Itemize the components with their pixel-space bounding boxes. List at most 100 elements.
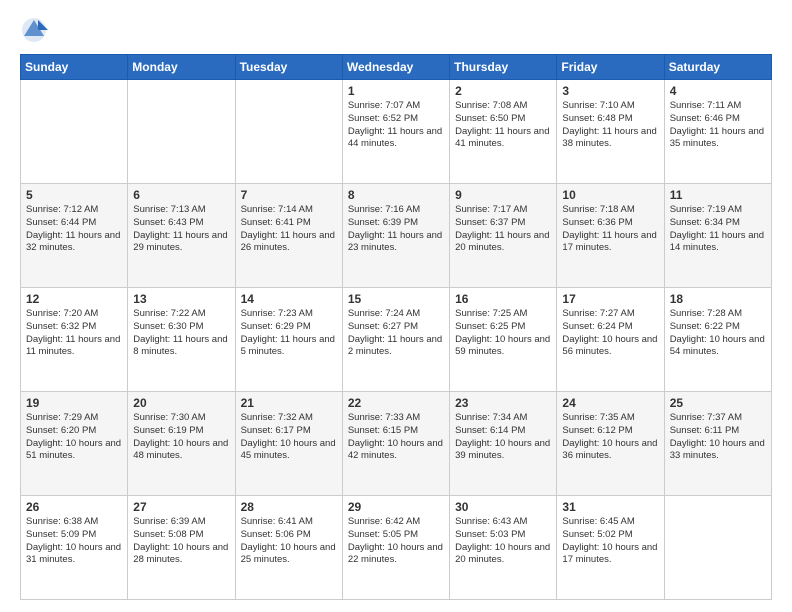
calendar-week-5: 26 Sunrise: 6:38 AM Sunset: 5:09 PM Dayli… <box>21 496 772 600</box>
cell-content: Sunrise: 7:18 AM Sunset: 6:36 PM Dayligh… <box>562 204 658 255</box>
cell-content: Sunrise: 7:27 AM Sunset: 6:24 PM Dayligh… <box>562 308 658 359</box>
cell-content: Sunrise: 7:30 AM Sunset: 6:19 PM Dayligh… <box>133 412 229 463</box>
cell-content: Sunrise: 6:42 AM Sunset: 5:05 PM Dayligh… <box>348 516 444 567</box>
day-number: 13 <box>133 292 229 306</box>
cell-content: Sunrise: 7:35 AM Sunset: 6:12 PM Dayligh… <box>562 412 658 463</box>
cell-content: Sunrise: 7:22 AM Sunset: 6:30 PM Dayligh… <box>133 308 229 359</box>
day-number: 10 <box>562 188 658 202</box>
calendar-cell: 10 Sunrise: 7:18 AM Sunset: 6:36 PM Dayli… <box>557 184 664 288</box>
calendar-cell: 17 Sunrise: 7:27 AM Sunset: 6:24 PM Dayli… <box>557 288 664 392</box>
calendar-week-1: 1 Sunrise: 7:07 AM Sunset: 6:52 PM Daylig… <box>21 80 772 184</box>
col-header-wednesday: Wednesday <box>342 55 449 80</box>
calendar-cell: 19 Sunrise: 7:29 AM Sunset: 6:20 PM Dayli… <box>21 392 128 496</box>
calendar-cell: 15Sunrise: 7:24 AM Sunset: 6:27 PM Dayli… <box>342 288 449 392</box>
day-number: 21 <box>241 396 337 410</box>
cell-content: Sunrise: 7:10 AM Sunset: 6:48 PM Dayligh… <box>562 100 658 151</box>
cell-content: Sunrise: 7:19 AM Sunset: 6:34 PM Dayligh… <box>670 204 766 255</box>
calendar-cell: 13 Sunrise: 7:22 AM Sunset: 6:30 PM Dayli… <box>128 288 235 392</box>
calendar-cell: 16 Sunrise: 7:25 AM Sunset: 6:25 PM Dayli… <box>450 288 557 392</box>
calendar-week-4: 19 Sunrise: 7:29 AM Sunset: 6:20 PM Dayli… <box>21 392 772 496</box>
calendar-cell: 24 Sunrise: 7:35 AM Sunset: 6:12 PM Dayli… <box>557 392 664 496</box>
calendar-cell: 4 Sunrise: 7:11 AM Sunset: 6:46 PM Daylig… <box>664 80 771 184</box>
col-header-friday: Friday <box>557 55 664 80</box>
calendar-cell <box>128 80 235 184</box>
day-number: 25 <box>670 396 766 410</box>
calendar-cell: 5 Sunrise: 7:12 AM Sunset: 6:44 PM Daylig… <box>21 184 128 288</box>
calendar-cell: 3 Sunrise: 7:10 AM Sunset: 6:48 PM Daylig… <box>557 80 664 184</box>
calendar-cell: 20 Sunrise: 7:30 AM Sunset: 6:19 PM Dayli… <box>128 392 235 496</box>
calendar-cell: 12 Sunrise: 7:20 AM Sunset: 6:32 PM Dayli… <box>21 288 128 392</box>
logo <box>20 16 52 44</box>
day-number: 7 <box>241 188 337 202</box>
calendar-header-row: SundayMondayTuesdayWednesdayThursdayFrid… <box>21 55 772 80</box>
day-number: 6 <box>133 188 229 202</box>
day-number: 28 <box>241 500 337 514</box>
calendar-cell: 31 Sunrise: 6:45 AM Sunset: 5:02 PM Dayli… <box>557 496 664 600</box>
cell-content: Sunrise: 6:39 AM Sunset: 5:08 PM Dayligh… <box>133 516 229 567</box>
day-number: 9 <box>455 188 551 202</box>
day-number: 26 <box>26 500 122 514</box>
cell-content: Sunrise: 7:28 AM Sunset: 6:22 PM Dayligh… <box>670 308 766 359</box>
day-number: 8 <box>348 188 444 202</box>
day-number: 14 <box>241 292 337 306</box>
day-number: 16 <box>455 292 551 306</box>
page: SundayMondayTuesdayWednesdayThursdayFrid… <box>0 0 792 612</box>
cell-content: Sunrise: 7:12 AM Sunset: 6:44 PM Dayligh… <box>26 204 122 255</box>
day-number: 23 <box>455 396 551 410</box>
calendar-week-2: 5 Sunrise: 7:12 AM Sunset: 6:44 PM Daylig… <box>21 184 772 288</box>
calendar-cell: 11 Sunrise: 7:19 AM Sunset: 6:34 PM Dayli… <box>664 184 771 288</box>
cell-content: Sunrise: 6:38 AM Sunset: 5:09 PM Dayligh… <box>26 516 122 567</box>
cell-content: Sunrise: 6:45 AM Sunset: 5:02 PM Dayligh… <box>562 516 658 567</box>
calendar-cell: 7 Sunrise: 7:14 AM Sunset: 6:41 PM Daylig… <box>235 184 342 288</box>
col-header-sunday: Sunday <box>21 55 128 80</box>
col-header-monday: Monday <box>128 55 235 80</box>
calendar-cell: 30Sunrise: 6:43 AM Sunset: 5:03 PM Dayli… <box>450 496 557 600</box>
cell-content: Sunrise: 7:20 AM Sunset: 6:32 PM Dayligh… <box>26 308 122 359</box>
calendar-cell <box>664 496 771 600</box>
calendar-cell: 6 Sunrise: 7:13 AM Sunset: 6:43 PM Daylig… <box>128 184 235 288</box>
logo-icon <box>20 16 48 44</box>
calendar-cell <box>235 80 342 184</box>
calendar-cell: 23Sunrise: 7:34 AM Sunset: 6:14 PM Dayli… <box>450 392 557 496</box>
day-number: 5 <box>26 188 122 202</box>
calendar-cell: 9 Sunrise: 7:17 AM Sunset: 6:37 PM Daylig… <box>450 184 557 288</box>
calendar-cell: 22Sunrise: 7:33 AM Sunset: 6:15 PM Dayli… <box>342 392 449 496</box>
day-number: 1 <box>348 84 444 98</box>
cell-content: Sunrise: 6:41 AM Sunset: 5:06 PM Dayligh… <box>241 516 337 567</box>
cell-content: Sunrise: 7:33 AM Sunset: 6:15 PM Dayligh… <box>348 412 444 463</box>
day-number: 19 <box>26 396 122 410</box>
calendar-cell: 18Sunrise: 7:28 AM Sunset: 6:22 PM Dayli… <box>664 288 771 392</box>
calendar-cell: 14 Sunrise: 7:23 AM Sunset: 6:29 PM Dayli… <box>235 288 342 392</box>
day-number: 15 <box>348 292 444 306</box>
cell-content: Sunrise: 7:13 AM Sunset: 6:43 PM Dayligh… <box>133 204 229 255</box>
day-number: 12 <box>26 292 122 306</box>
cell-content: Sunrise: 7:37 AM Sunset: 6:11 PM Dayligh… <box>670 412 766 463</box>
day-number: 17 <box>562 292 658 306</box>
col-header-saturday: Saturday <box>664 55 771 80</box>
cell-content: Sunrise: 7:08 AM Sunset: 6:50 PM Dayligh… <box>455 100 551 151</box>
cell-content: Sunrise: 7:25 AM Sunset: 6:25 PM Dayligh… <box>455 308 551 359</box>
calendar-week-3: 12 Sunrise: 7:20 AM Sunset: 6:32 PM Dayli… <box>21 288 772 392</box>
cell-content: Sunrise: 7:17 AM Sunset: 6:37 PM Dayligh… <box>455 204 551 255</box>
day-number: 3 <box>562 84 658 98</box>
calendar-cell <box>21 80 128 184</box>
header <box>20 16 772 44</box>
cell-content: Sunrise: 7:11 AM Sunset: 6:46 PM Dayligh… <box>670 100 766 151</box>
calendar-cell: 29Sunrise: 6:42 AM Sunset: 5:05 PM Dayli… <box>342 496 449 600</box>
calendar-cell: 28 Sunrise: 6:41 AM Sunset: 5:06 PM Dayli… <box>235 496 342 600</box>
day-number: 31 <box>562 500 658 514</box>
day-number: 2 <box>455 84 551 98</box>
day-number: 20 <box>133 396 229 410</box>
cell-content: Sunrise: 7:14 AM Sunset: 6:41 PM Dayligh… <box>241 204 337 255</box>
cell-content: Sunrise: 7:23 AM Sunset: 6:29 PM Dayligh… <box>241 308 337 359</box>
col-header-thursday: Thursday <box>450 55 557 80</box>
cell-content: Sunrise: 7:07 AM Sunset: 6:52 PM Dayligh… <box>348 100 444 151</box>
day-number: 11 <box>670 188 766 202</box>
col-header-tuesday: Tuesday <box>235 55 342 80</box>
cell-content: Sunrise: 7:29 AM Sunset: 6:20 PM Dayligh… <box>26 412 122 463</box>
day-number: 24 <box>562 396 658 410</box>
day-number: 4 <box>670 84 766 98</box>
cell-content: Sunrise: 7:32 AM Sunset: 6:17 PM Dayligh… <box>241 412 337 463</box>
calendar-table: SundayMondayTuesdayWednesdayThursdayFrid… <box>20 54 772 600</box>
day-number: 30 <box>455 500 551 514</box>
